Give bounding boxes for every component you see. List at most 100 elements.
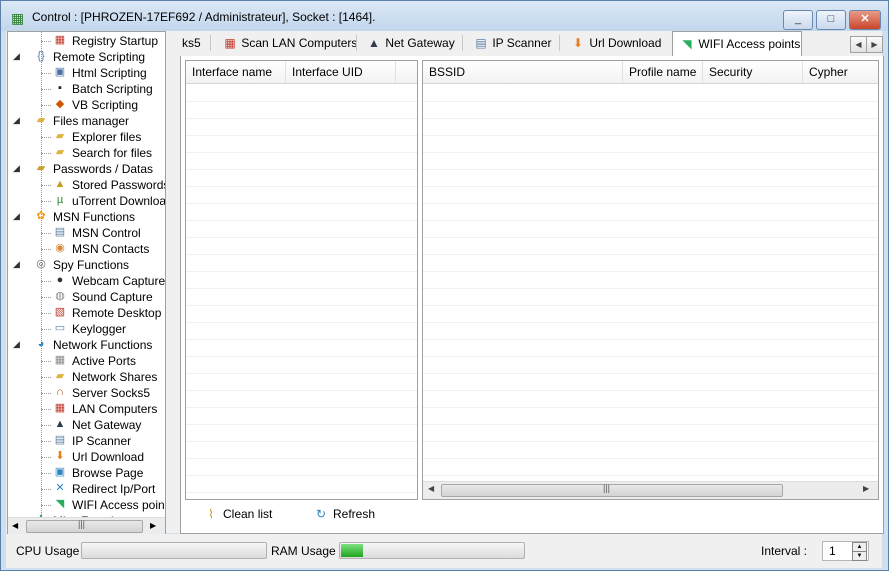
tree-item-network-shares[interactable]: ▰ Network Shares	[8, 369, 165, 385]
expand-arrow-icon[interactable]: ◢	[13, 163, 20, 174]
expand-arrow-icon[interactable]: ◢	[13, 51, 20, 62]
tree-item-server-socks5[interactable]: ∩ Server Socks5	[8, 385, 165, 401]
tree-item-search-for-files[interactable]: ▰ Search for files	[8, 145, 165, 161]
expand-arrow-icon[interactable]: ◢	[13, 211, 20, 222]
tree-item-spy-functions[interactable]: ◢ ◎ Spy Functions	[8, 257, 165, 273]
function-tree[interactable]: ▦ Registry Startup ◢ {} Remote Scripting ▣ Htm…	[8, 32, 165, 517]
tree-item-label: Html Scripting	[72, 66, 147, 80]
tree-item-batch-scripting[interactable]: ▪ Batch Scripting	[8, 81, 165, 97]
access-points-horizontal-scrollbar[interactable]: ◀ ||| ▶	[423, 481, 878, 499]
tree-connector	[41, 393, 51, 394]
tree-item-lan-computers[interactable]: ▦ LAN Computers	[8, 401, 165, 417]
interval-value[interactable]: 1	[829, 544, 836, 558]
tree-item-label: MSN Functions	[53, 210, 136, 224]
tree-item-sound-capture[interactable]: ◍ Sound Capture	[8, 289, 165, 305]
scroll-right-icon[interactable]: ▶	[150, 521, 156, 530]
browse-icon: ▣	[54, 466, 66, 478]
tree-item-label: Webcam Capture	[72, 274, 165, 288]
lock-icon: ▲	[54, 178, 66, 190]
title-bar[interactable]: ▦ Control : [PHROZEN-17EF692 / Administr…	[1, 1, 888, 31]
tree-item-registry-startup[interactable]: ▦ Registry Startup	[8, 33, 165, 49]
column-bssid[interactable]: BSSID	[423, 61, 623, 83]
empty-row-line	[423, 220, 878, 221]
expand-arrow-icon[interactable]: ◢	[13, 115, 20, 126]
empty-row-line	[423, 322, 878, 323]
tree-item-stored-passwords[interactable]: ▲ Stored Passwords	[8, 177, 165, 193]
tree-item-label: LAN Computers	[72, 402, 158, 416]
tab-url-download[interactable]: ⬇ Url Download	[570, 32, 661, 54]
maximize-button[interactable]: □	[816, 10, 846, 30]
tab-label: Scan LAN Computers	[241, 36, 358, 50]
tree-horizontal-scrollbar[interactable]: ◀ ||| ▶	[8, 517, 165, 535]
tree-item-explorer-files[interactable]: ▰ Explorer files	[8, 129, 165, 145]
scroll-right-icon[interactable]: ▶	[863, 484, 869, 493]
empty-row-line	[423, 475, 878, 476]
column-security[interactable]: Security	[703, 61, 803, 83]
tab-scroll-right-button[interactable]: ▶	[866, 36, 883, 53]
tree-item-files-manager[interactable]: ◢ ▰ Files manager	[8, 113, 165, 129]
tree-item-msn-contacts[interactable]: ◉ MSN Contacts	[8, 241, 165, 257]
tree-item-redirect-ip-port[interactable]: ✕ Redirect Ip/Port	[8, 481, 165, 497]
empty-row-line	[423, 305, 878, 306]
minimize-button[interactable]: _	[783, 10, 813, 30]
cpu-usage-progress	[81, 542, 267, 559]
tree-item-msn-control[interactable]: ▤ MSN Control	[8, 225, 165, 241]
tree-item-webcam-capture[interactable]: ● Webcam Capture	[8, 273, 165, 289]
access-points-hscroll-thumb[interactable]	[441, 484, 783, 497]
tab-ip-scanner[interactable]: ▤ IP Scanner	[473, 32, 551, 54]
empty-row-line	[186, 441, 417, 442]
ports-icon: ▦	[54, 354, 66, 366]
column-cypher[interactable]: Cypher	[803, 61, 878, 83]
tree-item-wifi-access-points[interactable]: ◥ WIFI Access points	[8, 497, 165, 513]
column-interface-uid[interactable]: Interface UID	[286, 61, 396, 83]
column-profile-name[interactable]: Profile name	[623, 61, 703, 83]
expand-arrow-icon[interactable]: ◢	[13, 339, 20, 350]
access-points-list[interactable]: BSSID Profile name Security Cypher ◀ |||…	[422, 60, 879, 500]
interval-stepper[interactable]: 1 ▲ ▼	[822, 541, 869, 561]
status-bar: CPU Usage : RAM Usage : Interval : 1 ▲ ▼	[6, 534, 882, 568]
microphone-icon: ◍	[55, 290, 65, 302]
close-button[interactable]: ✕	[849, 10, 881, 30]
clean-list-button[interactable]: ⌇ Clean list	[203, 504, 272, 524]
tree-item-utorrent-download[interactable]: µ uTorrent Download	[8, 193, 165, 209]
tree-item-remote-scripting[interactable]: ◢ {} Remote Scripting	[8, 49, 165, 65]
tab-scan-lan-computers[interactable]: ▦ Scan LAN Computers	[222, 32, 357, 54]
scroll-left-icon[interactable]: ◀	[12, 521, 18, 530]
network-app-icon: ▦	[11, 10, 25, 26]
empty-row-line	[186, 237, 417, 238]
tree-item-remote-desktop[interactable]: ▧ Remote Desktop	[8, 305, 165, 321]
tab-server-socks5[interactable]: ks5	[182, 32, 201, 54]
empty-row-line	[186, 203, 417, 204]
tree-item-msn-functions[interactable]: ◢ ✿ MSN Functions	[8, 209, 165, 225]
tab-net-gateway[interactable]: ▲ Net Gateway	[366, 32, 455, 54]
tree-item-browse-page[interactable]: ▣ Browse Page	[8, 465, 165, 481]
tree-item-passwords-datas[interactable]: ◢ ▰ Passwords / Datas	[8, 161, 165, 177]
tree-item-url-download[interactable]: ⬇ Url Download	[8, 449, 165, 465]
tree-item-vb-scripting[interactable]: ◆ VB Scripting	[8, 97, 165, 113]
utorrent-icon: µ	[56, 194, 64, 206]
tab-label: ks5	[182, 36, 201, 50]
column-interface-name[interactable]: Interface name	[186, 61, 286, 83]
tree-item-ip-scanner[interactable]: ▤ IP Scanner	[8, 433, 165, 449]
tree-connector	[41, 377, 51, 378]
stepper-down-button[interactable]: ▼	[852, 551, 867, 561]
tab-wifi-access-points[interactable]: ◥ WIFI Access points	[672, 31, 802, 57]
scroll-left-icon[interactable]: ◀	[428, 484, 434, 493]
empty-row-line	[186, 356, 417, 357]
tree-item-active-ports[interactable]: ▦ Active Ports	[8, 353, 165, 369]
expand-arrow-icon[interactable]: ◢	[13, 259, 20, 270]
tab-scroll-left-button[interactable]: ◀	[850, 36, 867, 53]
magnet-icon: ∩	[56, 386, 64, 398]
tree-item-network-functions[interactable]: ◢ ◕ Network Functions	[8, 337, 165, 353]
interfaces-list-header: Interface name Interface UID	[186, 61, 417, 84]
terminal-icon: ▪	[58, 82, 62, 94]
interfaces-list[interactable]: Interface name Interface UID	[185, 60, 418, 500]
folder-icon: ▰	[36, 114, 46, 126]
tree-item-html-scripting[interactable]: ▣ Html Scripting	[8, 65, 165, 81]
msn-butterfly-icon: ✿	[36, 210, 46, 222]
refresh-button[interactable]: ↻ Refresh	[313, 504, 375, 524]
tree-connector	[41, 441, 51, 442]
tree-item-keylogger[interactable]: ▭ Keylogger	[8, 321, 165, 337]
tree-item-net-gateway[interactable]: ▲ Net Gateway	[8, 417, 165, 433]
empty-row-line	[186, 135, 417, 136]
